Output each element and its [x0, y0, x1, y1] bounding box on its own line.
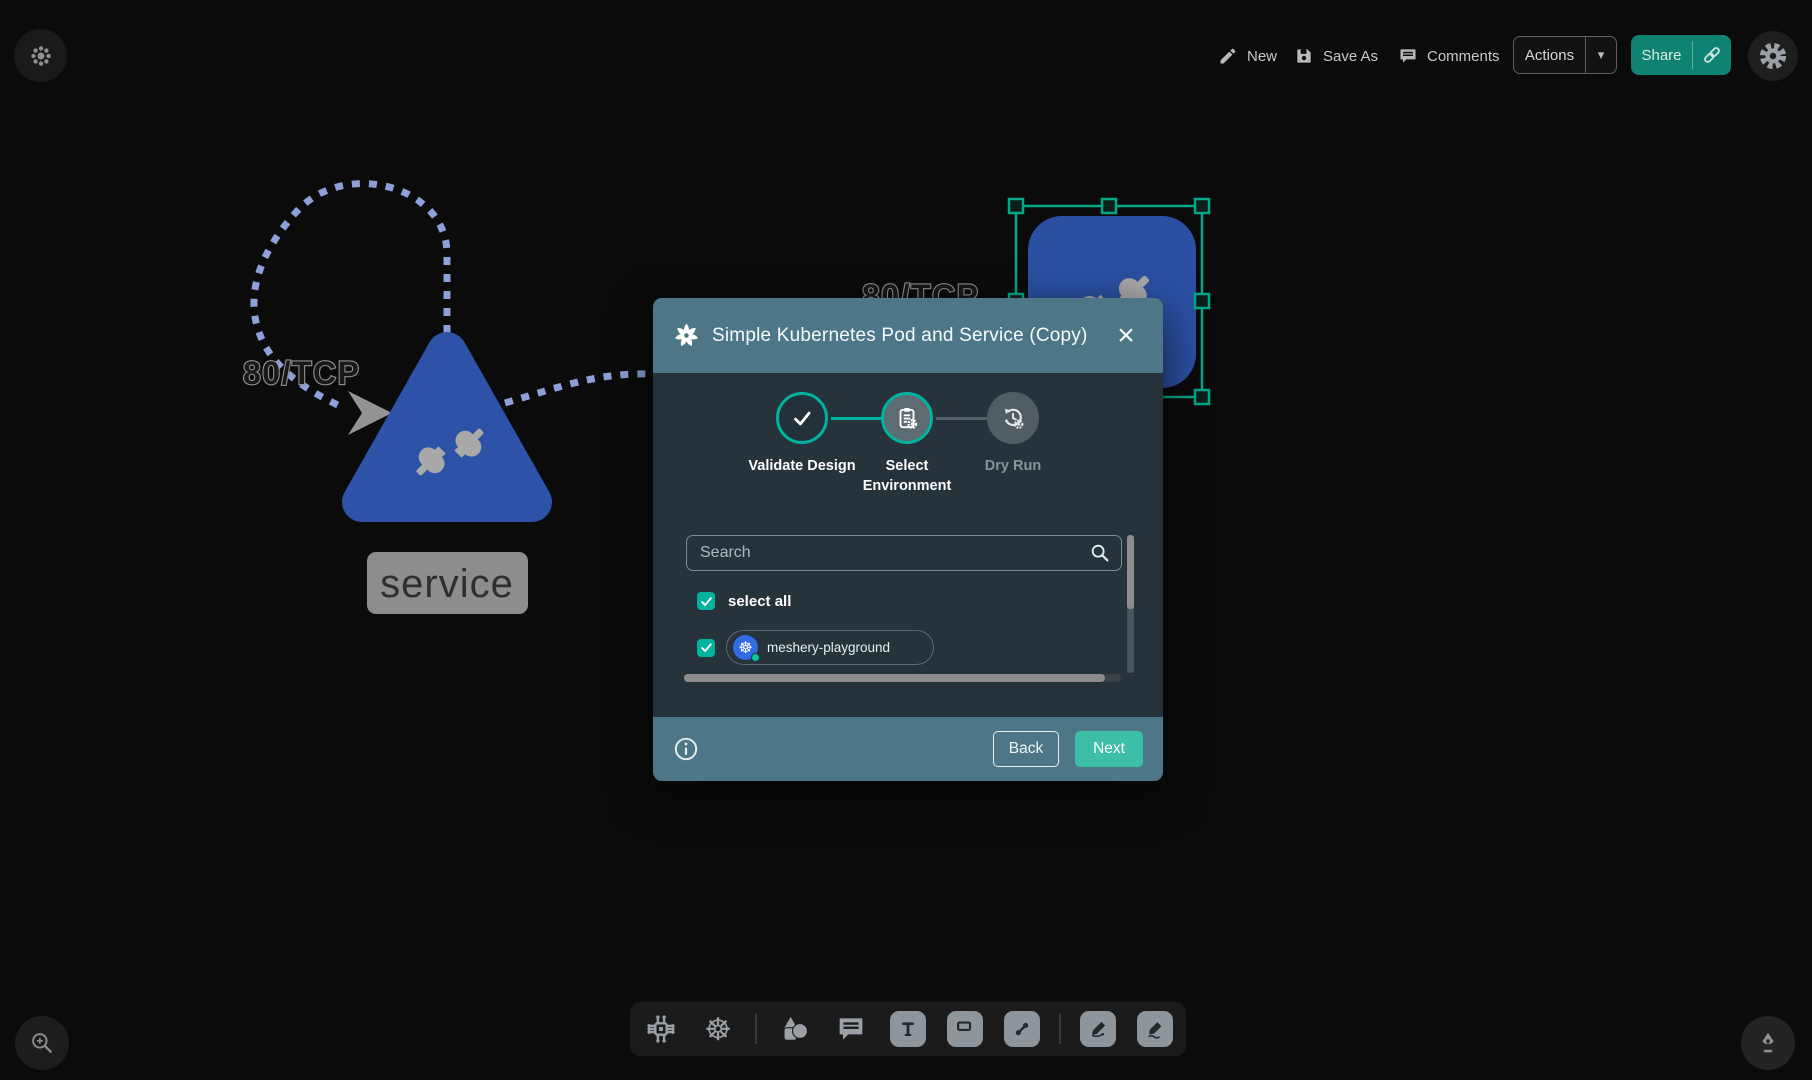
kubernetes-helm-icon: ☸: [704, 1014, 732, 1045]
horizontal-scrollbar-thumb[interactable]: [684, 674, 1105, 682]
shapes-button[interactable]: [774, 1009, 814, 1049]
search-input[interactable]: [700, 544, 1089, 562]
divider: [1059, 1014, 1061, 1044]
environment-chip[interactable]: ☸ meshery-playground: [726, 630, 934, 665]
clipboard-gear-icon: [894, 405, 920, 431]
comment-icon: [835, 1013, 867, 1045]
sketch-icon: [1137, 1011, 1173, 1047]
service-node[interactable]: [362, 352, 532, 502]
vertical-scrollbar: [1127, 535, 1134, 673]
select-all-row: select all: [697, 592, 791, 610]
select-all-checkbox[interactable]: [697, 592, 715, 610]
environment-row: ☸ meshery-playground: [697, 630, 934, 665]
canvas-toolbar: ☸: [630, 1002, 1186, 1056]
edge-tool-button[interactable]: [1002, 1009, 1042, 1049]
environment-search: [686, 535, 1122, 571]
step-label-validate-design: Validate Design: [742, 457, 862, 477]
step-label-select-environment: Select Environment: [847, 457, 967, 496]
info-icon[interactable]: [673, 736, 699, 762]
modal-body: Validate Design Select Environment Dry R…: [653, 373, 1163, 717]
check-icon: [700, 595, 713, 608]
check-icon: [789, 405, 815, 431]
deploy-modal: Simple Kubernetes Pod and Service (Copy)…: [653, 298, 1163, 781]
service-node-label: service: [367, 552, 528, 614]
step-label-dry-run: Dry Run: [953, 457, 1073, 477]
pen-tool-icon: [1080, 1011, 1116, 1047]
meshery-logo-icon: [673, 322, 700, 349]
step-connector-pending: [936, 417, 987, 420]
svg-text:service: service: [380, 562, 514, 606]
text-tool-button[interactable]: [888, 1009, 928, 1049]
connected-status-dot: [751, 653, 760, 662]
meshery-canvas-app: 80/TCP 80/TCP service New: [0, 0, 1812, 1080]
shapes-icon: [778, 1013, 810, 1045]
comment-tool-button[interactable]: [831, 1009, 871, 1049]
environment-name: meshery-playground: [767, 640, 890, 655]
step-connector-done: [831, 417, 881, 420]
image-icon: [947, 1011, 983, 1047]
vertical-scrollbar-thumb[interactable]: [1127, 535, 1134, 609]
image-tool-button[interactable]: [945, 1009, 985, 1049]
step-select-environment[interactable]: [881, 392, 933, 444]
check-icon: [700, 641, 713, 654]
dry-run-icon: [1000, 405, 1026, 431]
select-all-label: select all: [728, 593, 791, 610]
sketch-tool-button[interactable]: [1135, 1009, 1175, 1049]
step-dry-run[interactable]: [987, 392, 1039, 444]
environment-checkbox[interactable]: [697, 639, 715, 657]
link-nodes-icon: [1004, 1011, 1040, 1047]
components-browser-button[interactable]: [641, 1009, 681, 1049]
edge-label-port: 80/TCP: [243, 355, 360, 391]
pen-tool-button[interactable]: [1078, 1009, 1118, 1049]
back-button[interactable]: Back: [993, 731, 1059, 767]
chip-icon: [644, 1012, 678, 1046]
step-validate-design[interactable]: [776, 392, 828, 444]
text-icon: [890, 1011, 926, 1047]
horizontal-scrollbar: [684, 674, 1121, 682]
kubernetes-components-button[interactable]: ☸: [698, 1009, 738, 1049]
divider: [755, 1014, 757, 1044]
modal-title: Simple Kubernetes Pod and Service (Copy): [712, 325, 1097, 347]
modal-header: Simple Kubernetes Pod and Service (Copy)…: [653, 298, 1163, 373]
kubernetes-icon: ☸: [733, 635, 758, 660]
next-button[interactable]: Next: [1075, 731, 1143, 767]
search-icon[interactable]: [1089, 542, 1111, 564]
close-button[interactable]: ×: [1109, 319, 1143, 353]
modal-footer: Back Next: [653, 717, 1163, 781]
